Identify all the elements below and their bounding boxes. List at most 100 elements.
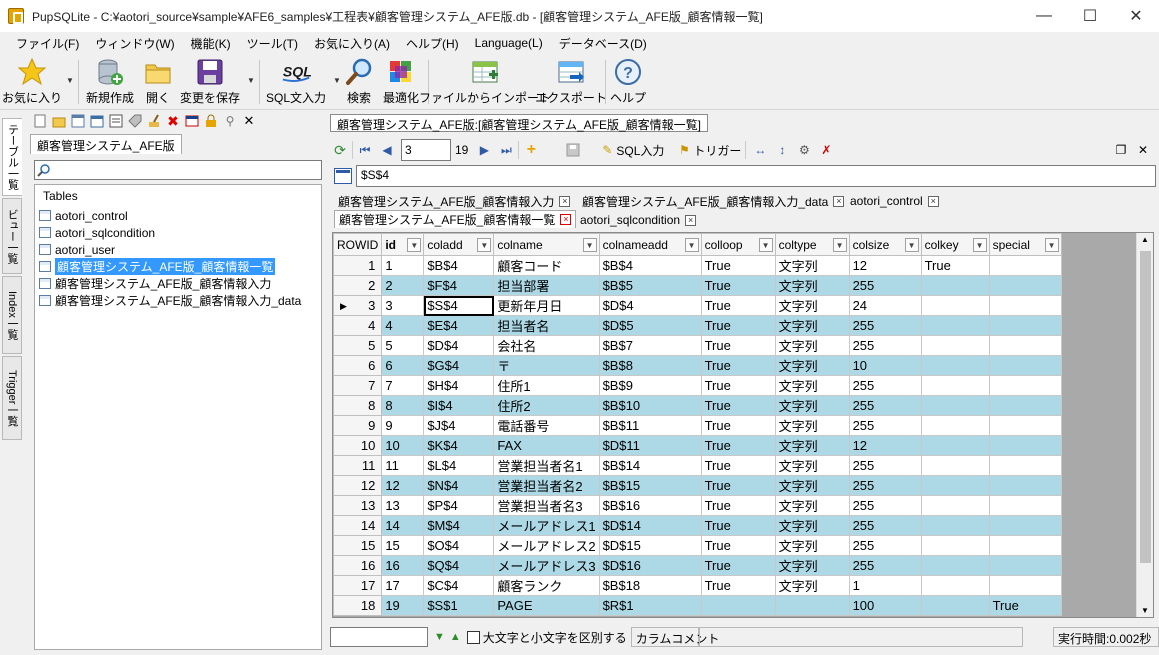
cell-colsize[interactable]: 255 bbox=[848, 315, 922, 336]
cell-colnameadd[interactable]: $R$1 bbox=[598, 595, 702, 616]
column-filter-dropdown-icon[interactable]: ▼ bbox=[582, 238, 597, 252]
cell-colkey[interactable] bbox=[920, 475, 990, 496]
table-row[interactable]: 16 16 $Q$4 メールアドレス3 $D$16 True 文字列 255 bbox=[333, 555, 1062, 576]
optimize-button[interactable]: 最適化 bbox=[381, 56, 421, 108]
cell-id[interactable]: 4 bbox=[381, 315, 425, 336]
row-header[interactable]: 15 bbox=[333, 535, 383, 556]
table-row[interactable]: 5 5 $D$4 会社名 $B$7 True 文字列 255 bbox=[333, 335, 1062, 356]
cell-id[interactable]: 3 bbox=[381, 295, 425, 316]
cell-id[interactable]: 14 bbox=[381, 515, 425, 536]
cell-colsize[interactable]: 255 bbox=[848, 335, 922, 356]
cell-colsize[interactable]: 12 bbox=[848, 435, 922, 456]
cell-colloop[interactable]: True bbox=[700, 435, 776, 456]
column-header-coladd[interactable]: coladd ▼ bbox=[423, 233, 495, 256]
table-row[interactable]: 7 7 $H$4 住所1 $B$9 True 文字列 255 bbox=[333, 375, 1062, 396]
cell-colkey[interactable] bbox=[920, 515, 990, 536]
restore-window-icon[interactable]: ❐ bbox=[1113, 142, 1129, 158]
table-row[interactable]: 1 1 $B$4 顧客コード $B$4 True 文字列 12 True bbox=[333, 255, 1062, 276]
cell-colname[interactable]: メールアドレス2 bbox=[493, 535, 600, 556]
cell-colsize[interactable]: 255 bbox=[848, 555, 922, 576]
cell-colkey[interactable] bbox=[920, 575, 990, 596]
menu-help[interactable]: ヘルプ(H) bbox=[398, 35, 467, 52]
search-button[interactable]: 検索 bbox=[342, 56, 376, 108]
cell-id[interactable]: 11 bbox=[381, 455, 425, 476]
cell-colloop[interactable]: True bbox=[700, 455, 776, 476]
cell-coladd[interactable]: $K$4 bbox=[423, 435, 495, 456]
cell-special[interactable] bbox=[988, 355, 1062, 376]
open-folder-icon[interactable] bbox=[51, 113, 67, 129]
row-header[interactable]: 17 bbox=[333, 575, 383, 596]
cell-coltype[interactable]: 文字列 bbox=[774, 515, 850, 536]
cell-colloop[interactable]: True bbox=[700, 515, 776, 536]
column-filter-dropdown-icon[interactable]: ▼ bbox=[832, 238, 847, 252]
column-header-special[interactable]: special ▼ bbox=[988, 233, 1062, 256]
cell-special[interactable] bbox=[988, 535, 1062, 556]
row-header[interactable]: 1 bbox=[333, 255, 383, 276]
cell-colloop[interactable] bbox=[700, 595, 776, 616]
cell-colsize[interactable]: 100 bbox=[848, 595, 922, 616]
cell-colnameadd[interactable]: $B$14 bbox=[598, 455, 702, 476]
cell-coladd[interactable]: $C$4 bbox=[423, 575, 495, 596]
cell-colkey[interactable] bbox=[920, 555, 990, 576]
cell-coltype[interactable]: 文字列 bbox=[774, 255, 850, 276]
fit-height-icon[interactable]: ↕ bbox=[774, 142, 790, 158]
cell-coladd[interactable]: $I$4 bbox=[423, 395, 495, 416]
row-header[interactable]: 7 bbox=[333, 375, 383, 396]
cell-colnameadd[interactable]: $B$16 bbox=[598, 495, 702, 516]
table-row[interactable]: 9 9 $J$4 電話番号 $B$11 True 文字列 255 bbox=[333, 415, 1062, 436]
favorites-button[interactable]: お気に入り bbox=[2, 56, 62, 108]
cell-colnameadd[interactable]: $D$15 bbox=[598, 535, 702, 556]
sheet-tab[interactable]: aotori_control × bbox=[846, 192, 943, 210]
column-header-id[interactable]: id ▼ bbox=[381, 233, 425, 256]
cell-colname[interactable]: PAGE bbox=[493, 595, 600, 616]
close-tab-icon[interactable]: × bbox=[560, 214, 572, 225]
column-header-colname[interactable]: colname ▼ bbox=[493, 233, 600, 256]
cell-id[interactable]: 5 bbox=[381, 335, 425, 356]
row-header[interactable]: 2 bbox=[333, 275, 383, 296]
row-header[interactable]: 14 bbox=[333, 515, 383, 536]
column-filter-dropdown-icon[interactable]: ▼ bbox=[407, 238, 422, 252]
cell-coltype[interactable]: 文字列 bbox=[774, 395, 850, 416]
cell-special[interactable] bbox=[988, 455, 1062, 476]
export-button[interactable]: エクスポート bbox=[535, 56, 607, 108]
window-icon[interactable] bbox=[184, 113, 200, 129]
tree-item-table[interactable]: 顧客管理システム_AFE版_顧客情報入力_data bbox=[39, 292, 301, 309]
table-row[interactable]: 11 11 $L$4 営業担当者名1 $B$14 True 文字列 255 bbox=[333, 455, 1062, 476]
search-next-icon[interactable]: ▼ bbox=[434, 631, 445, 643]
tag-icon[interactable] bbox=[127, 113, 143, 129]
cell-coltype[interactable]: 文字列 bbox=[774, 435, 850, 456]
cell-colkey[interactable] bbox=[920, 395, 990, 416]
row-header[interactable]: 9 bbox=[333, 415, 383, 436]
cell-coladd[interactable]: $Q$4 bbox=[423, 555, 495, 576]
close-icon[interactable]: ✕ bbox=[241, 113, 257, 129]
last-page-icon[interactable]: ⏭ bbox=[498, 142, 514, 158]
cell-id[interactable]: 19 bbox=[381, 595, 425, 616]
cell-colnameadd[interactable]: $B$7 bbox=[598, 335, 702, 356]
cell-colname[interactable]: 営業担当者名1 bbox=[493, 455, 600, 476]
cell-colsize[interactable]: 255 bbox=[848, 455, 922, 476]
table-row[interactable]: 12 12 $N$4 営業担当者名2 $B$15 True 文字列 255 bbox=[333, 475, 1062, 496]
table-search-input[interactable] bbox=[34, 160, 322, 180]
table-row[interactable]: 4 4 $E$4 担当者名 $D$5 True 文字列 255 bbox=[333, 315, 1062, 336]
row-header[interactable]: 18 bbox=[333, 595, 383, 616]
cell-colsize[interactable]: 255 bbox=[848, 275, 922, 296]
cell-colname[interactable]: 担当者名 bbox=[493, 315, 600, 336]
cell-colname[interactable]: 顧客ランク bbox=[493, 575, 600, 596]
cell-colnameadd[interactable]: $D$16 bbox=[598, 555, 702, 576]
sheet-tab[interactable]: aotori_sqlcondition × bbox=[576, 211, 700, 229]
column-header-colnameadd[interactable]: colnameadd ▼ bbox=[598, 233, 702, 256]
cell-colloop[interactable]: True bbox=[700, 275, 776, 296]
row-header[interactable]: 11 bbox=[333, 455, 383, 476]
add-row-icon[interactable]: + bbox=[523, 141, 539, 158]
cell-colkey[interactable] bbox=[920, 435, 990, 456]
cell-colnameadd[interactable]: $D$4 bbox=[598, 295, 702, 316]
cell-coladd[interactable]: $H$4 bbox=[423, 375, 495, 396]
cell-colsize[interactable]: 1 bbox=[848, 575, 922, 596]
cell-coladd[interactable]: $P$4 bbox=[423, 495, 495, 516]
tree-item-table[interactable]: aotori_user bbox=[39, 241, 115, 258]
calendar-icon[interactable] bbox=[89, 113, 105, 129]
page-number-input[interactable] bbox=[401, 139, 451, 161]
cell-colkey[interactable] bbox=[920, 535, 990, 556]
cell-coladd[interactable]: $E$4 bbox=[423, 315, 495, 336]
column-filter-dropdown-icon[interactable]: ▼ bbox=[477, 238, 492, 252]
